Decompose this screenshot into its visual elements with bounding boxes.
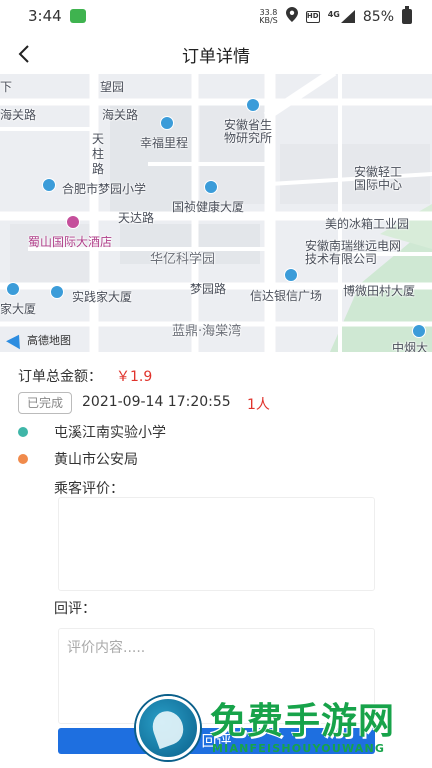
start-location: 屯溪江南实验小学 [18, 422, 166, 442]
battery-percent: 85% [362, 8, 394, 25]
signal-icon: 4G [328, 10, 355, 23]
nav-bar: 订单详情 [0, 34, 432, 74]
map-label: 安徽轻工国际中心 [354, 165, 403, 192]
map-label: 梦园路 [190, 282, 227, 296]
reply-input[interactable] [59, 629, 374, 723]
amap-logo-icon [6, 330, 26, 350]
poi-marker-icon [284, 268, 298, 282]
route-map[interactable]: 下 望园 海关路 海关路 天柱路 幸福里程 安徽省生物研究所 安徽轻工国际中心 … [0, 74, 432, 352]
app-notification-icon [70, 9, 86, 23]
poi-marker-icon [160, 116, 174, 130]
order-total-label: 订单总金额： [18, 369, 102, 385]
start-location-text: 屯溪江南实验小学 [54, 425, 166, 441]
map-label: 实践家大厦 [72, 290, 133, 304]
end-location: 黄山市公安局 [18, 449, 138, 469]
status-badge: 已完成 [18, 392, 72, 414]
map-label: 信达银信广场 [250, 289, 323, 303]
order-datetime: 2021-09-14 17:20:55 [82, 394, 231, 410]
map-label: 华亿科学园 [150, 252, 216, 267]
poi-marker-icon [50, 285, 64, 299]
map-label: 中烟大 [392, 341, 429, 352]
map-label: 天柱路 [92, 132, 105, 176]
map-label: 海关路 [102, 108, 139, 122]
map-label: 安徽省生物研究所 [224, 118, 273, 145]
passenger-count: 1人 [247, 397, 270, 413]
map-label: 蜀山国际大酒店 [28, 235, 113, 249]
reply-box [58, 628, 375, 724]
order-total-amount: ￥1.9 [116, 369, 153, 385]
map-label: 海关路 [0, 108, 37, 122]
map-label: 蓝鼎·海棠湾 [172, 324, 242, 339]
map-label: 天达路 [118, 211, 155, 225]
poi-marker-icon [66, 215, 80, 229]
order-total-row: 订单总金额： ￥1.9 [18, 366, 152, 386]
map-label: 国祯健康大厦 [172, 200, 245, 214]
location-icon [285, 7, 298, 26]
map-label: 下 [0, 80, 13, 94]
submit-reply-button[interactable]: 回评 [58, 728, 375, 754]
net-speed: 33.8 KB/S [259, 7, 278, 25]
passenger-review-box [58, 497, 375, 591]
status-time: 3:44 [28, 7, 62, 25]
end-location-text: 黄山市公安局 [54, 452, 138, 468]
poi-marker-icon [412, 324, 426, 338]
battery-icon [402, 6, 412, 24]
map-label: 安徽南瑞继远电网技术有限公司 [305, 239, 402, 266]
passenger-review-text [59, 498, 374, 590]
status-icons: 33.8 KB/S HD 4G 85% [259, 6, 412, 26]
poi-marker-icon [42, 178, 56, 192]
page-title: 订单详情 [182, 47, 250, 67]
hd-icon: HD [305, 10, 320, 23]
status-bar: 3:44 33.8 KB/S HD 4G 85% [0, 0, 432, 34]
poi-marker-icon [204, 180, 218, 194]
map-label: 美的冰箱工业园 [325, 217, 410, 231]
poi-marker-icon [246, 98, 260, 112]
poi-marker-icon [6, 282, 20, 296]
reply-label: 回评： [54, 601, 96, 617]
start-dot-icon [18, 427, 28, 437]
map-label: 合肥市梦园小学 [62, 182, 147, 196]
map-label: 幸福里程 [140, 136, 189, 150]
map-label: 博微田村大厦 [343, 284, 416, 298]
end-dot-icon [18, 454, 28, 464]
passenger-review-label: 乘客评价： [54, 481, 124, 497]
map-label: 望园 [100, 80, 125, 94]
map-provider-logo: 高德地图 [6, 330, 71, 350]
map-label: 家大厦 [0, 302, 37, 316]
